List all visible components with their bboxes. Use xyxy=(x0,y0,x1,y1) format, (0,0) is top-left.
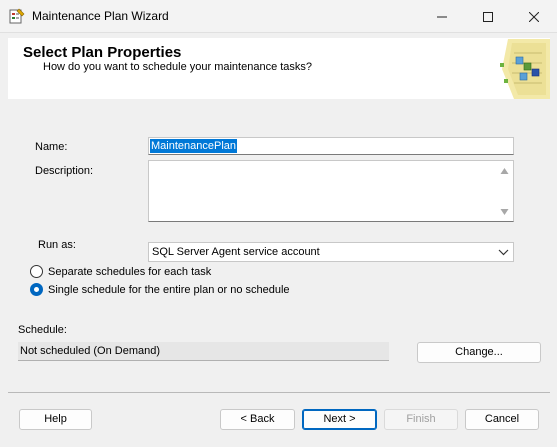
radio-separate-schedules-label[interactable]: Separate schedules for each task xyxy=(48,266,211,278)
footer-separator xyxy=(8,392,550,393)
name-input[interactable]: MaintenancePlan xyxy=(148,137,514,155)
scroll-up-arrow-icon[interactable] xyxy=(500,167,509,175)
title-bar: Maintenance Plan Wizard xyxy=(0,0,557,33)
minimize-icon xyxy=(437,16,447,17)
chevron-down-icon xyxy=(498,249,509,256)
maximize-icon xyxy=(483,11,493,22)
wizard-header: Select Plan Properties How do you want t… xyxy=(8,38,550,99)
minimize-button[interactable] xyxy=(419,0,465,33)
description-label: Description: xyxy=(35,165,94,177)
radio-single-schedule[interactable] xyxy=(30,283,43,296)
radio-separate-schedules[interactable] xyxy=(30,265,43,278)
schedule-label: Schedule: xyxy=(18,324,67,336)
back-button[interactable]: < Back xyxy=(220,409,295,430)
maximize-button[interactable] xyxy=(465,0,511,33)
schedule-value: Not scheduled (On Demand) xyxy=(20,345,161,357)
run-as-label: Run as: xyxy=(38,239,76,251)
page-subtitle: How do you want to schedule your mainten… xyxy=(43,61,313,73)
page-title: Select Plan Properties xyxy=(23,44,182,61)
description-scrollbar[interactable] xyxy=(496,161,513,221)
help-button[interactable]: Help xyxy=(19,409,92,430)
wizard-banner-icon xyxy=(500,39,550,99)
change-schedule-button[interactable]: Change... xyxy=(417,342,541,363)
next-button[interactable]: Next > xyxy=(302,409,377,430)
finish-button[interactable]: Finish xyxy=(384,409,458,430)
wizard-app-icon xyxy=(9,8,25,24)
run-as-dropdown[interactable]: SQL Server Agent service account xyxy=(148,242,514,262)
run-as-selected-value: SQL Server Agent service account xyxy=(152,246,320,258)
name-input-value: MaintenancePlan xyxy=(150,139,238,153)
radio-single-schedule-label[interactable]: Single schedule for the entire plan or n… xyxy=(48,284,290,296)
close-button[interactable] xyxy=(511,0,557,33)
schedule-value-field: Not scheduled (On Demand) xyxy=(18,342,389,361)
close-icon xyxy=(529,11,539,22)
scroll-down-arrow-icon[interactable] xyxy=(500,208,509,216)
description-textarea[interactable] xyxy=(148,160,514,222)
name-label: Name: xyxy=(35,141,68,153)
cancel-button[interactable]: Cancel xyxy=(465,409,539,430)
window-title: Maintenance Plan Wizard xyxy=(32,9,169,23)
